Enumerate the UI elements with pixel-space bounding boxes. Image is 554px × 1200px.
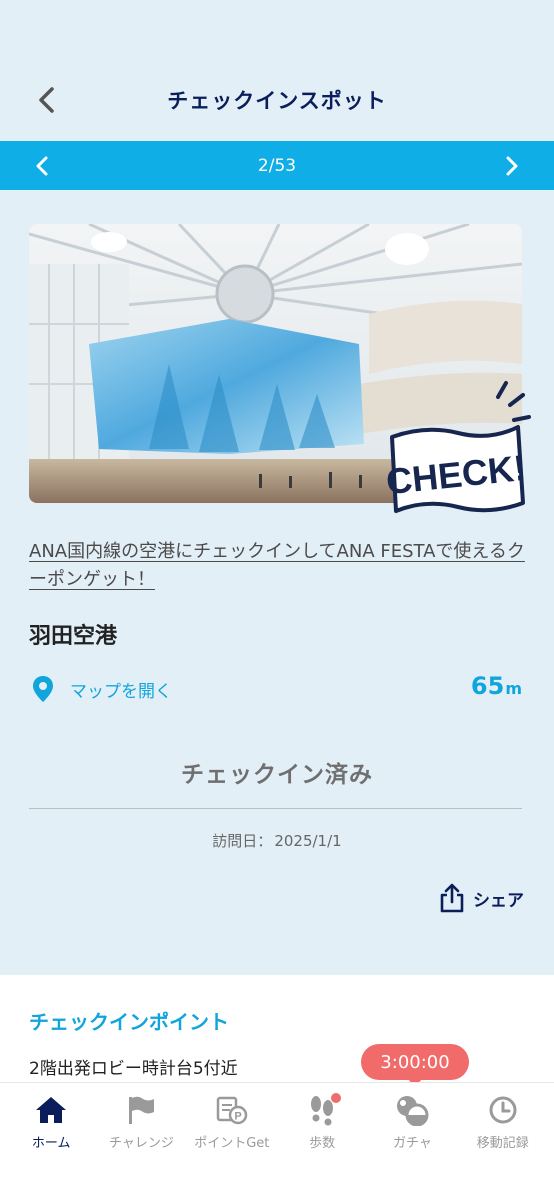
tab-label: 歩数 bbox=[309, 1136, 336, 1151]
tab-steps[interactable]: 歩数 bbox=[277, 1083, 367, 1200]
tab-label: ガチャ bbox=[393, 1136, 432, 1151]
chevron-right-icon bbox=[506, 156, 518, 176]
previous-spot-button[interactable] bbox=[28, 151, 56, 181]
notification-dot bbox=[331, 1093, 342, 1103]
svg-text:P: P bbox=[234, 1111, 241, 1123]
visit-date: 訪問日： 2025/1/1 bbox=[0, 830, 554, 851]
distance-value: 65 bbox=[470, 672, 505, 700]
checked-in-stamp: CHECK! bbox=[384, 375, 531, 525]
gacha-icon bbox=[397, 1096, 429, 1126]
spot-pager: 2/53 bbox=[0, 141, 554, 190]
tab-movement-log[interactable]: 移動記録 bbox=[458, 1083, 548, 1200]
bottom-tab-bar: ホーム チャレンジ P ポイントGet 歩数 ガチャ 移動記録 bbox=[0, 1082, 554, 1200]
chevron-left-icon bbox=[36, 156, 48, 176]
campaign-link[interactable]: ANA国内線の空港にチェックインしてANA FESTAで使えるクーポンゲット！ bbox=[29, 538, 529, 594]
page-title: チェックインスポット bbox=[167, 89, 387, 113]
divider bbox=[29, 808, 522, 809]
next-spot-button[interactable] bbox=[498, 151, 526, 181]
tab-home[interactable]: ホーム bbox=[6, 1083, 96, 1200]
spot-name: 羽田空港 bbox=[29, 624, 118, 649]
share-icon bbox=[440, 883, 464, 913]
map-pin-icon bbox=[33, 676, 53, 702]
clock-icon bbox=[489, 1096, 517, 1124]
tab-label: ホーム bbox=[31, 1136, 71, 1151]
page-indicator: 2/53 bbox=[257, 155, 297, 176]
tab-label: ポイントGet bbox=[194, 1136, 270, 1151]
gacha-timer-badge: 3:00:00 bbox=[361, 1044, 469, 1087]
checkin-point-title: チェックインポイント bbox=[29, 1010, 229, 1034]
open-map-link[interactable]: マップを開く bbox=[32, 674, 172, 704]
point-icon: P bbox=[216, 1096, 248, 1125]
flag-icon bbox=[129, 1096, 155, 1124]
visit-date-label: 訪問日： bbox=[212, 832, 273, 850]
distance-unit: m bbox=[505, 679, 522, 698]
tab-point-get[interactable]: P ポイントGet bbox=[187, 1083, 277, 1200]
open-map-label: マップを開く bbox=[70, 681, 172, 702]
distance-display: 65m bbox=[471, 672, 522, 700]
home-icon bbox=[36, 1097, 67, 1123]
app-header: チェックインスポット bbox=[0, 60, 554, 140]
tab-gacha[interactable]: ガチャ bbox=[367, 1083, 457, 1200]
checkin-point-text: 2階出発ロビー時計台5付近 bbox=[29, 1059, 238, 1079]
share-label: シェア bbox=[473, 890, 524, 911]
visit-date-value: 2025/1/1 bbox=[274, 832, 342, 850]
tab-challenge[interactable]: チャレンジ bbox=[96, 1083, 186, 1200]
back-button[interactable] bbox=[30, 82, 62, 118]
tab-label: チャレンジ bbox=[109, 1136, 174, 1151]
tab-label: 移動記録 bbox=[476, 1136, 529, 1151]
checkin-status: チェックイン済み bbox=[181, 762, 373, 788]
chevron-left-icon bbox=[39, 87, 54, 113]
share-button[interactable]: シェア bbox=[439, 880, 524, 916]
